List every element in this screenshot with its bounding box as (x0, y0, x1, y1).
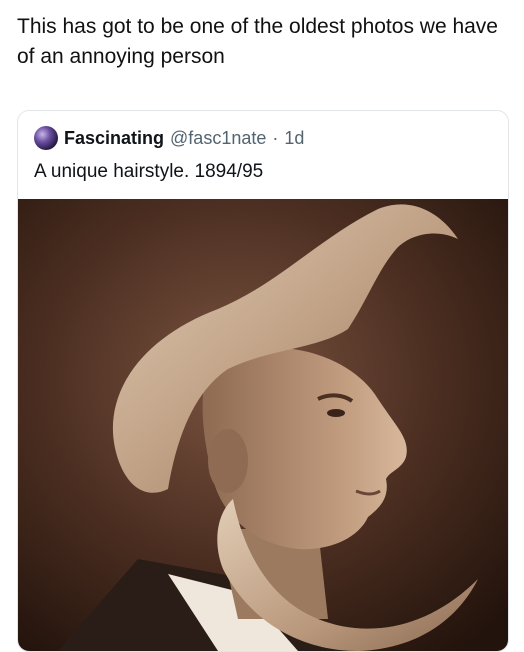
avatar[interactable] (34, 126, 58, 150)
tweet-header: Fascinating @fasc1nate · 1d (34, 125, 304, 151)
sepia-portrait-photo (18, 199, 508, 651)
post-caption: This has got to be one of the oldest pho… (17, 15, 498, 68)
tweet-display-name[interactable]: Fascinating (64, 128, 164, 149)
separator-dot: · (272, 127, 279, 148)
tweet-timestamp[interactable]: 1d (284, 128, 304, 149)
tweet-photo[interactable] (18, 199, 508, 651)
embedded-tweet-card[interactable]: Fascinating @fasc1nate · 1d A unique hai… (17, 110, 509, 652)
tweet-text: A unique hairstyle. 1894/95 (34, 161, 264, 182)
tweet-handle[interactable]: @fasc1nate (170, 128, 266, 149)
